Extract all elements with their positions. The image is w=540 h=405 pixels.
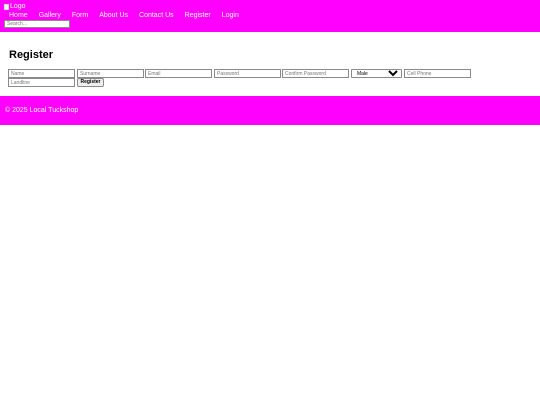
footer-copyright: © 2025 Local Tuckshop xyxy=(5,107,79,114)
logo-alt-text: Logo xyxy=(10,3,26,10)
search-input[interactable] xyxy=(4,20,70,28)
landline-field[interactable] xyxy=(8,78,75,87)
surname-field[interactable] xyxy=(77,69,144,78)
name-field[interactable] xyxy=(8,69,75,78)
nav-form[interactable]: Form xyxy=(72,11,88,20)
site-footer: © 2025 Local Tuckshop xyxy=(0,96,540,125)
gender-select[interactable]: Male xyxy=(351,69,402,78)
nav-register[interactable]: Register xyxy=(185,11,211,20)
confirm-password-field[interactable] xyxy=(282,69,349,78)
password-field[interactable] xyxy=(214,69,281,78)
broken-image-icon xyxy=(4,4,9,10)
site-header: Logo Home Gallery Form About Us Contact … xyxy=(0,0,540,32)
page-title: Register xyxy=(9,49,54,61)
nav-about-us[interactable]: About Us xyxy=(99,11,128,20)
main-nav: Home Gallery Form About Us Contact Us Re… xyxy=(9,11,250,20)
nav-login[interactable]: Login xyxy=(222,11,239,20)
register-button[interactable]: Register xyxy=(77,78,104,87)
nav-contact-us[interactable]: Contact Us xyxy=(139,11,174,20)
nav-home[interactable]: Home xyxy=(9,11,28,20)
logo[interactable]: Logo xyxy=(4,3,26,11)
nav-gallery[interactable]: Gallery xyxy=(39,11,61,20)
cell-phone-field[interactable] xyxy=(404,69,471,78)
email-field[interactable] xyxy=(145,69,212,78)
